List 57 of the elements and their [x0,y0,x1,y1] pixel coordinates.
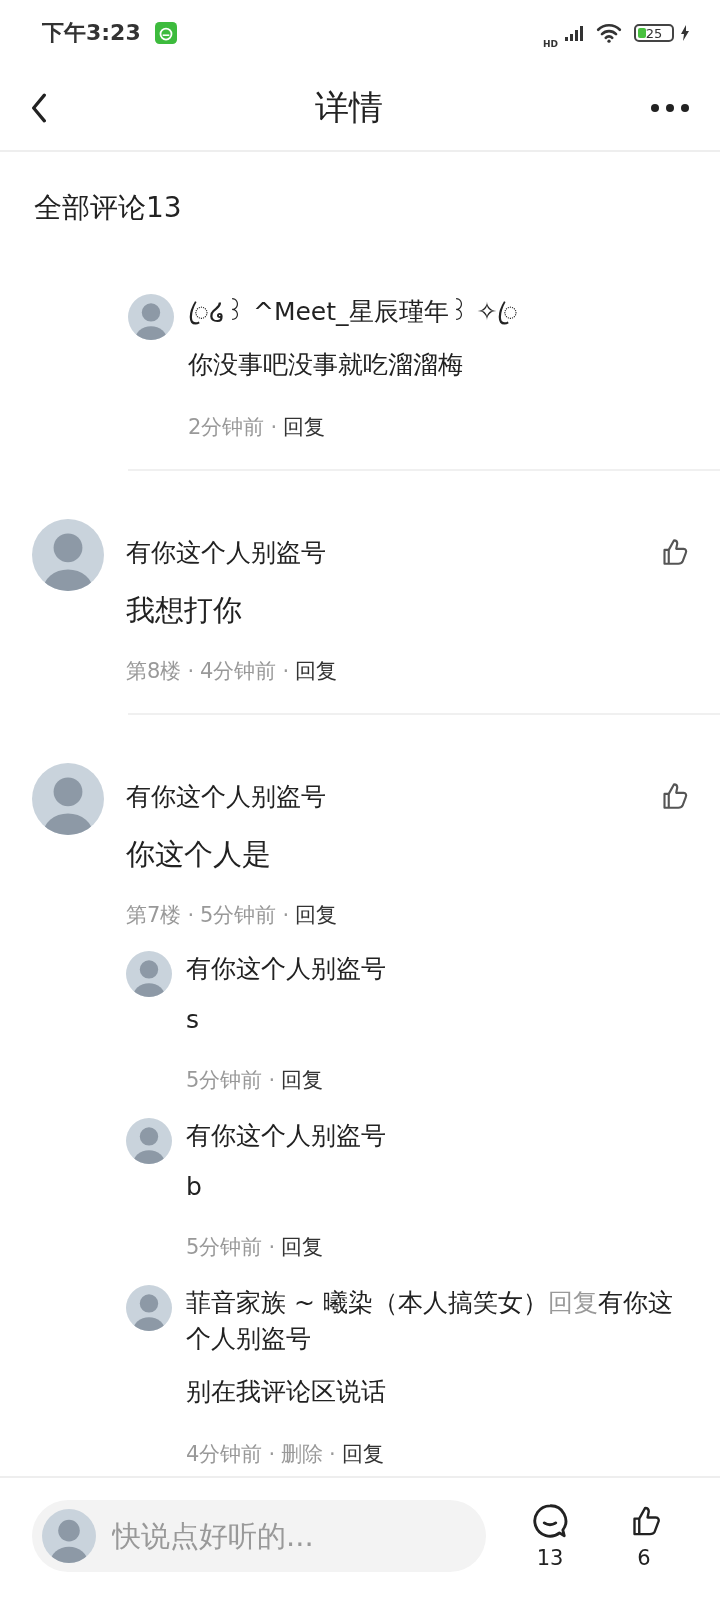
separator-dot: · [268,1442,276,1466]
reply-author: 有你这个人别盗号 [186,1120,387,1152]
meta-text: 第7楼 [126,902,182,929]
separator-dot: · [282,659,290,683]
like-count: 6 [637,1546,651,1570]
reply-link[interactable]: 回复 [281,1066,324,1094]
meta-text: 4分钟前 [200,658,277,685]
separator-dot: · [329,1442,336,1466]
meta-text: 2分钟前 [188,414,265,441]
avatar[interactable] [126,1285,172,1331]
app-icon [154,22,177,44]
reply-text: b [186,1172,203,1201]
reply-link[interactable]: 回复 [295,657,338,685]
reply-link[interactable]: 回复 [341,1440,384,1468]
wifi-icon [596,23,622,43]
reply-author: 菲音家族 ~ 曦染（本人搞笑女）回复有你这个人别盗号 [186,1287,674,1355]
separator-dot: · [187,659,195,683]
reply-author: 有你这个人别盗号 [186,953,387,985]
separator-dot: · [282,903,290,927]
page-title: 详情 [315,86,383,129]
reply-text: 别在我评论区说话 [186,1376,387,1408]
comment-author: 有你这个人别盗号 [126,780,326,813]
avatar[interactable] [42,1509,96,1563]
comment-field[interactable]: 快说点好听的... [32,1500,486,1572]
meta-text: 4分钟前 [186,1441,263,1468]
charging-icon [680,25,690,41]
status-time: 下午3:23 [42,19,141,47]
avatar[interactable] [126,1118,172,1164]
reply-text: 你没事吧没事就吃溜溜梅 [188,349,464,381]
comment-text: 我想打你 [126,592,243,629]
comment-count: 13 [536,1546,564,1570]
reply-link[interactable]: 回复 [283,413,326,441]
avatar[interactable] [126,951,172,997]
meta-text: 5分钟前 [186,1234,263,1261]
reply-link[interactable]: 回复 [281,1233,324,1261]
separator-dot: · [268,1235,276,1259]
separator-dot: · [270,415,278,439]
battery-icon: 25 [634,24,674,42]
more-icon[interactable] [650,103,690,113]
separator-dot: · [268,1068,276,1092]
comment-author: 有你这个人别盗号 [126,536,326,569]
reply-text: s [186,1005,201,1034]
separator-dot: · [187,903,195,927]
avatar[interactable] [128,294,174,340]
comment-icon[interactable] [531,1502,569,1540]
section-title: 全部评论13 [34,190,182,226]
reply-link[interactable]: 回复 [295,901,338,929]
meta-text: 删除 [281,1441,324,1468]
meta-text: 第8楼 [126,658,182,685]
meta-text: 5分钟前 [200,902,277,929]
back-icon[interactable] [30,93,48,123]
reply-author: ꦿ໒꒱ ^Meet_星辰瑾年꒱ ✧ꦿ [188,296,520,328]
meta-text: 5分钟前 [186,1067,263,1094]
comment-input[interactable]: 快说点好听的... [110,1518,476,1554]
signal-icon [564,25,584,41]
network-label: HD [543,39,558,49]
comment-text: 你这个人是 [126,836,272,873]
